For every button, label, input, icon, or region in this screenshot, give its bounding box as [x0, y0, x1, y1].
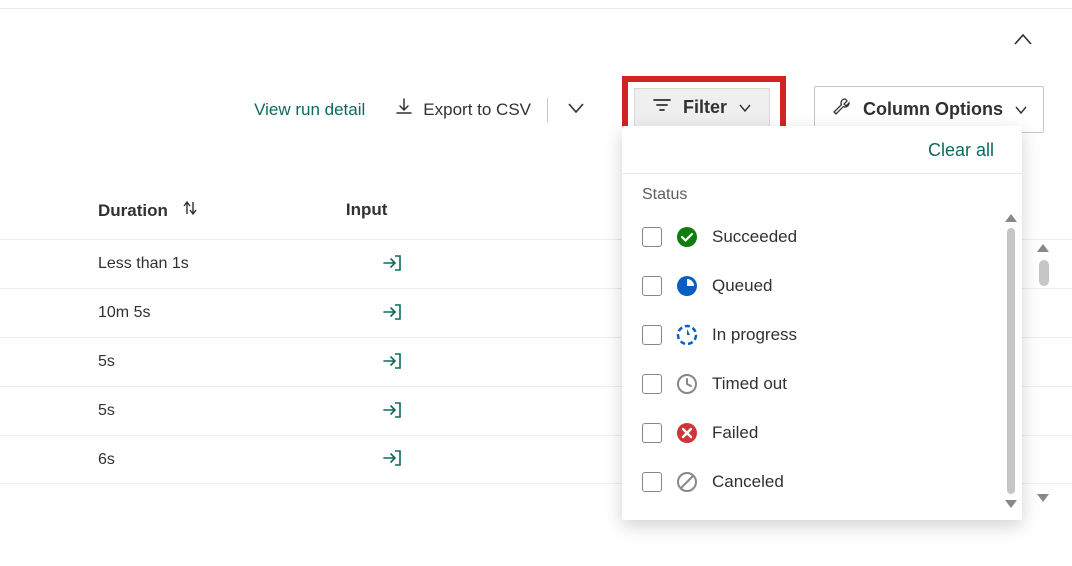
filter-option-canceled[interactable]: Canceled: [642, 457, 1002, 506]
in-progress-icon: [676, 324, 698, 346]
top-divider: [0, 8, 1072, 9]
chevron-down-icon: [739, 103, 751, 113]
filter-option-label: Timed out: [712, 374, 787, 394]
duration-cell: 6s: [98, 451, 328, 469]
column-header-input[interactable]: Input: [346, 200, 388, 221]
column-header-label: Duration: [98, 201, 168, 221]
sort-icon: [182, 200, 198, 221]
checkbox[interactable]: [642, 276, 662, 296]
queued-icon: [676, 275, 698, 297]
filter-option-label: Failed: [712, 423, 758, 443]
column-options-label: Column Options: [863, 99, 1003, 120]
filter-label: Filter: [683, 97, 727, 118]
input-link[interactable]: [382, 449, 402, 470]
input-link[interactable]: [382, 303, 402, 324]
succeeded-icon: [676, 226, 698, 248]
filter-button[interactable]: Filter: [634, 88, 770, 127]
duration-cell: 5s: [98, 402, 328, 420]
scroll-down-icon: [1005, 500, 1017, 508]
open-icon: [382, 401, 402, 419]
download-icon: [395, 98, 413, 121]
filter-option-label: Succeeded: [712, 227, 797, 247]
checkbox[interactable]: [642, 423, 662, 443]
filter-option-in-progress[interactable]: In progress: [642, 310, 1002, 359]
clear-all-button[interactable]: Clear all: [928, 140, 994, 161]
filter-option-timed-out[interactable]: Timed out: [642, 359, 1002, 408]
canceled-icon: [676, 471, 698, 493]
checkbox[interactable]: [642, 227, 662, 247]
export-group: Export to CSV: [389, 94, 594, 126]
open-icon: [382, 449, 402, 467]
filter-icon: [653, 97, 671, 118]
export-dropdown-button[interactable]: [564, 98, 588, 121]
filter-option-label: In progress: [712, 325, 797, 345]
filter-panel-header: Clear all: [622, 126, 1022, 174]
filter-option-failed[interactable]: Failed: [642, 408, 1002, 457]
table-scrollbar[interactable]: [1038, 244, 1050, 502]
checkbox[interactable]: [642, 325, 662, 345]
wrench-icon: [831, 97, 851, 122]
timed-out-icon: [676, 373, 698, 395]
export-to-csv-button[interactable]: Export to CSV: [395, 98, 531, 121]
scroll-up-icon: [1037, 244, 1049, 252]
open-icon: [382, 352, 402, 370]
open-icon: [382, 254, 402, 272]
filter-panel: Clear all Status Succeeded Queued In progr…: [622, 126, 1022, 520]
export-label: Export to CSV: [423, 100, 531, 120]
column-header-duration[interactable]: Duration: [98, 200, 198, 221]
scroll-thumb[interactable]: [1007, 228, 1015, 494]
open-icon: [382, 303, 402, 321]
input-link[interactable]: [382, 254, 402, 275]
chevron-down-icon: [1015, 105, 1027, 115]
scroll-up-icon: [1005, 214, 1017, 222]
view-run-detail-button[interactable]: View run detail: [244, 94, 375, 126]
filter-option-label: Queued: [712, 276, 773, 296]
filter-options-list: Succeeded Queued In progress Timed out Faile…: [622, 210, 1022, 514]
filter-option-succeeded[interactable]: Succeeded: [642, 212, 1002, 261]
chevron-down-icon: [568, 102, 584, 114]
checkbox[interactable]: [642, 472, 662, 492]
filter-section-title: Status: [622, 174, 1022, 210]
column-header-label: Input: [346, 200, 388, 219]
scroll-down-icon: [1037, 494, 1049, 502]
duration-cell: 10m 5s: [98, 304, 328, 322]
filter-option-label: Canceled: [712, 472, 784, 492]
separator: [547, 98, 548, 122]
input-link[interactable]: [382, 401, 402, 422]
filter-option-queued[interactable]: Queued: [642, 261, 1002, 310]
filter-panel-scrollbar[interactable]: [1006, 214, 1016, 508]
checkbox[interactable]: [642, 374, 662, 394]
collapse-panel-button[interactable]: [1014, 32, 1032, 48]
input-link[interactable]: [382, 352, 402, 373]
duration-cell: Less than 1s: [98, 255, 328, 273]
failed-icon: [676, 422, 698, 444]
duration-cell: 5s: [98, 353, 328, 371]
scroll-thumb[interactable]: [1039, 260, 1049, 286]
